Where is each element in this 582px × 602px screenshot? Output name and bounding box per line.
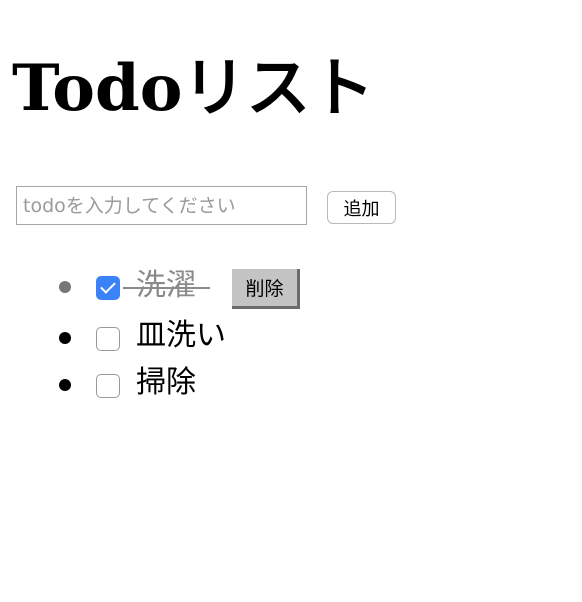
todo-checkbox[interactable] — [96, 374, 120, 398]
bullet-icon — [59, 281, 71, 293]
page-title: Todoリスト — [12, 51, 375, 126]
todo-checkbox[interactable] — [96, 327, 120, 351]
add-button[interactable]: 追加 — [327, 191, 396, 224]
bullet-icon — [59, 379, 71, 391]
todo-checkbox[interactable] — [96, 276, 120, 300]
bullet-icon — [59, 332, 71, 344]
todo-text: 皿洗い — [136, 318, 226, 353]
todo-list: 洗濯 削除 皿洗い 掃除 — [0, 263, 420, 407]
strikethrough-line — [123, 287, 210, 289]
todo-item: 洗濯 削除 — [0, 263, 420, 311]
todo-item: 掃除 — [0, 359, 420, 407]
todo-text: 洗濯 — [136, 268, 196, 303]
todo-text: 掃除 — [136, 365, 196, 400]
check-icon — [100, 278, 116, 294]
delete-button[interactable]: 削除 — [232, 269, 300, 309]
todo-input[interactable] — [16, 186, 307, 225]
todo-item: 皿洗い — [0, 311, 420, 359]
